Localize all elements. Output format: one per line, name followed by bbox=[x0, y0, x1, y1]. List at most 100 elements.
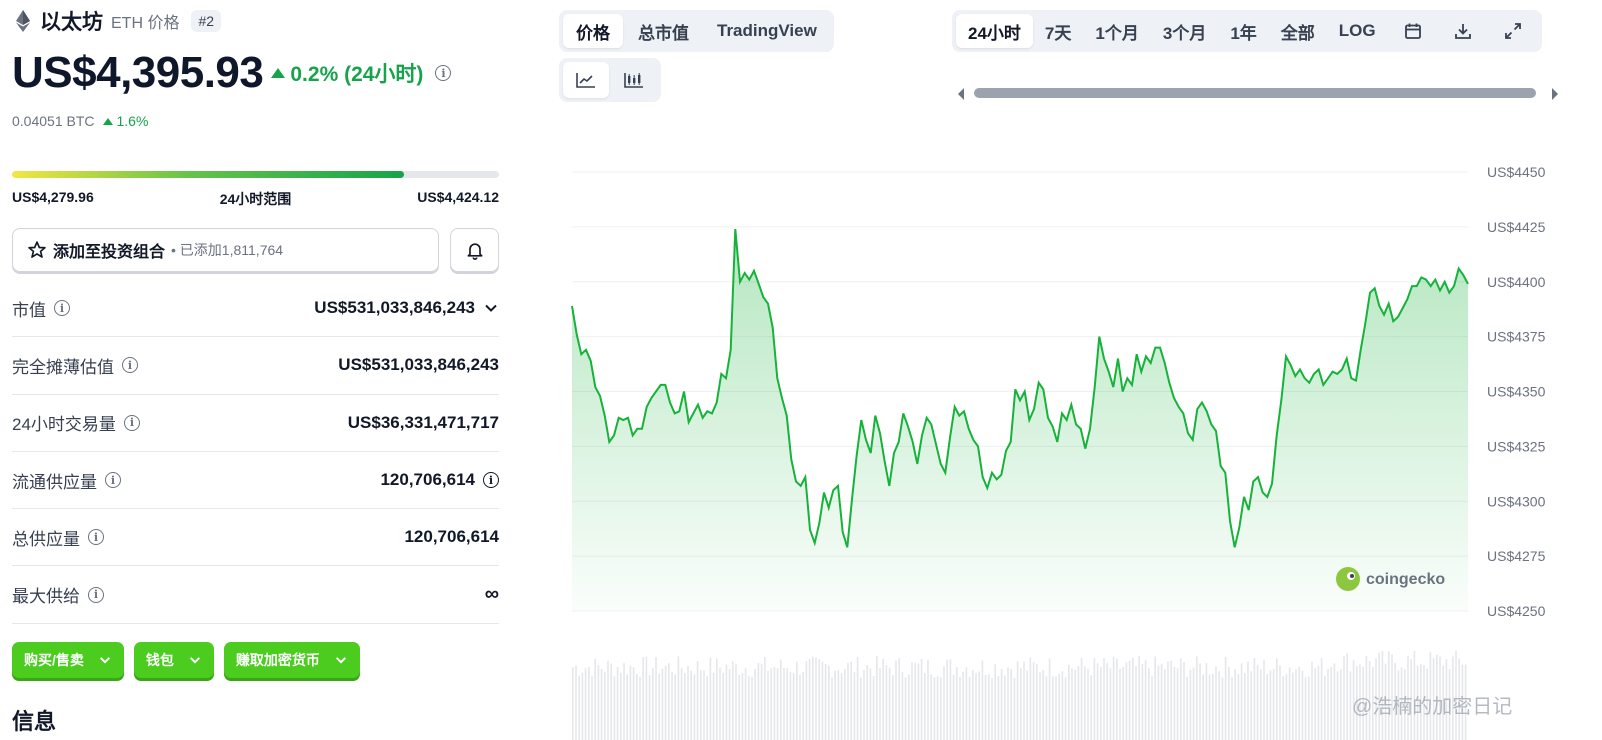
volume-bar bbox=[869, 668, 872, 740]
chevron-down-icon bbox=[189, 657, 200, 664]
price-point bbox=[884, 461, 886, 463]
volume-bar bbox=[1157, 665, 1160, 740]
volume-bar bbox=[636, 674, 638, 740]
scroll-thumb[interactable] bbox=[974, 88, 1536, 98]
volume-bar bbox=[1077, 666, 1080, 740]
volume-bar bbox=[860, 677, 862, 740]
stat-label-text: 最大供给 bbox=[12, 587, 80, 607]
volume-bar bbox=[1013, 677, 1016, 740]
price-point bbox=[1453, 285, 1455, 287]
range-1y[interactable]: 1年 bbox=[1218, 14, 1268, 48]
volume-bar bbox=[1250, 671, 1252, 740]
volume-bar bbox=[805, 661, 808, 740]
price-points bbox=[571, 228, 1469, 548]
price-point bbox=[1168, 382, 1170, 384]
download-button[interactable] bbox=[1438, 14, 1488, 48]
range-7d[interactable]: 7天 bbox=[1033, 14, 1083, 48]
volume-bar bbox=[837, 670, 840, 740]
info-icon[interactable]: i bbox=[88, 529, 104, 546]
volume-bar bbox=[1279, 665, 1281, 740]
volume-bar bbox=[968, 676, 971, 740]
volume-bar bbox=[757, 663, 760, 740]
stat-row-volume: 24小时交易量 i US$36,331,471,717 bbox=[12, 395, 499, 452]
price-point bbox=[1033, 408, 1035, 410]
price-point bbox=[1322, 384, 1324, 386]
volume-bar bbox=[901, 672, 904, 740]
info-icon[interactable]: i bbox=[123, 414, 140, 431]
price-point bbox=[734, 228, 736, 230]
chart-navigator-scrollbar[interactable] bbox=[956, 85, 1560, 101]
volume-bar bbox=[655, 657, 657, 740]
price-point bbox=[1005, 450, 1007, 452]
price-point bbox=[688, 421, 690, 423]
price-point bbox=[1126, 377, 1128, 379]
stat-value: US$531,033,846,243 bbox=[338, 355, 499, 375]
date-picker-button[interactable] bbox=[1388, 14, 1438, 48]
volume-bar bbox=[696, 661, 699, 740]
volume-bar bbox=[1266, 674, 1268, 740]
price-point bbox=[837, 485, 839, 487]
fullscreen-button[interactable] bbox=[1488, 14, 1538, 48]
wallet-button[interactable]: 钱包 bbox=[133, 642, 214, 678]
price-point bbox=[1131, 384, 1133, 386]
info-icon[interactable]: i bbox=[435, 65, 452, 81]
volume-bar bbox=[600, 669, 603, 740]
chevron-down-icon[interactable] bbox=[483, 300, 499, 316]
price-point bbox=[744, 272, 746, 274]
volume-bar bbox=[888, 667, 891, 740]
volume-bar bbox=[892, 675, 894, 740]
candlestick-chart-button[interactable] bbox=[611, 62, 657, 98]
volume-bar bbox=[1135, 666, 1137, 740]
volume-bar bbox=[898, 658, 900, 740]
info-icon[interactable]: i bbox=[483, 472, 499, 489]
price-point bbox=[674, 412, 676, 414]
price-point bbox=[692, 412, 694, 414]
scroll-left-icon[interactable] bbox=[958, 88, 964, 100]
volume-bar bbox=[1039, 672, 1041, 740]
volume-bar bbox=[1071, 668, 1073, 740]
stat-value[interactable]: US$531,033,846,243 bbox=[314, 298, 499, 318]
add-to-portfolio-button[interactable]: 添加至投资组合 • 已添加1,811,764 bbox=[12, 228, 439, 272]
range-all[interactable]: 全部 bbox=[1269, 14, 1327, 48]
price-point bbox=[762, 296, 764, 298]
info-icon[interactable]: i bbox=[54, 300, 70, 317]
range-3m[interactable]: 3个月 bbox=[1151, 14, 1218, 48]
info-section-heading: 信息 bbox=[12, 709, 57, 734]
info-icon[interactable]: i bbox=[88, 586, 104, 603]
volume-bar bbox=[770, 668, 772, 740]
price-point bbox=[1112, 386, 1114, 388]
line-chart-button[interactable] bbox=[563, 62, 609, 98]
tab-market-cap[interactable]: 总市值 bbox=[625, 14, 702, 48]
volume-bar bbox=[1263, 659, 1265, 740]
price-point bbox=[613, 434, 615, 436]
tab-price[interactable]: 价格 bbox=[563, 14, 623, 48]
price-point bbox=[912, 441, 914, 443]
price-point bbox=[683, 391, 685, 393]
price-alert-button[interactable] bbox=[450, 228, 499, 272]
price-point bbox=[594, 386, 596, 388]
price-point bbox=[767, 303, 769, 305]
tab-tradingview[interactable]: TradingView bbox=[704, 14, 830, 48]
scroll-right-icon[interactable] bbox=[1552, 88, 1558, 100]
info-icon[interactable]: i bbox=[122, 357, 138, 374]
volume-bar bbox=[735, 663, 737, 740]
volume-bar bbox=[792, 672, 795, 740]
info-icon[interactable]: i bbox=[105, 472, 121, 489]
volume-bar bbox=[1029, 657, 1032, 740]
range-log[interactable]: LOG bbox=[1327, 14, 1388, 48]
buy-sell-button[interactable]: 购买/售卖 bbox=[12, 642, 124, 678]
earn-crypto-button[interactable]: 赚取加密货币 bbox=[223, 642, 360, 678]
price-point bbox=[795, 480, 797, 482]
price-point bbox=[898, 441, 900, 443]
price-point bbox=[1238, 527, 1240, 529]
volume-bar bbox=[1042, 670, 1044, 740]
range-1m[interactable]: 1个月 bbox=[1083, 14, 1150, 48]
stat-label: 最大供给 i bbox=[12, 582, 104, 607]
volume-bar bbox=[1154, 656, 1156, 740]
action-buttons: 购买/售卖 钱包 赚取加密货币 bbox=[12, 642, 360, 678]
volume-bar bbox=[642, 657, 644, 740]
volume-bar bbox=[850, 661, 852, 740]
volume-bar bbox=[1189, 669, 1192, 740]
range-24h[interactable]: 24小时 bbox=[956, 14, 1033, 48]
volume-bar bbox=[1298, 666, 1300, 740]
